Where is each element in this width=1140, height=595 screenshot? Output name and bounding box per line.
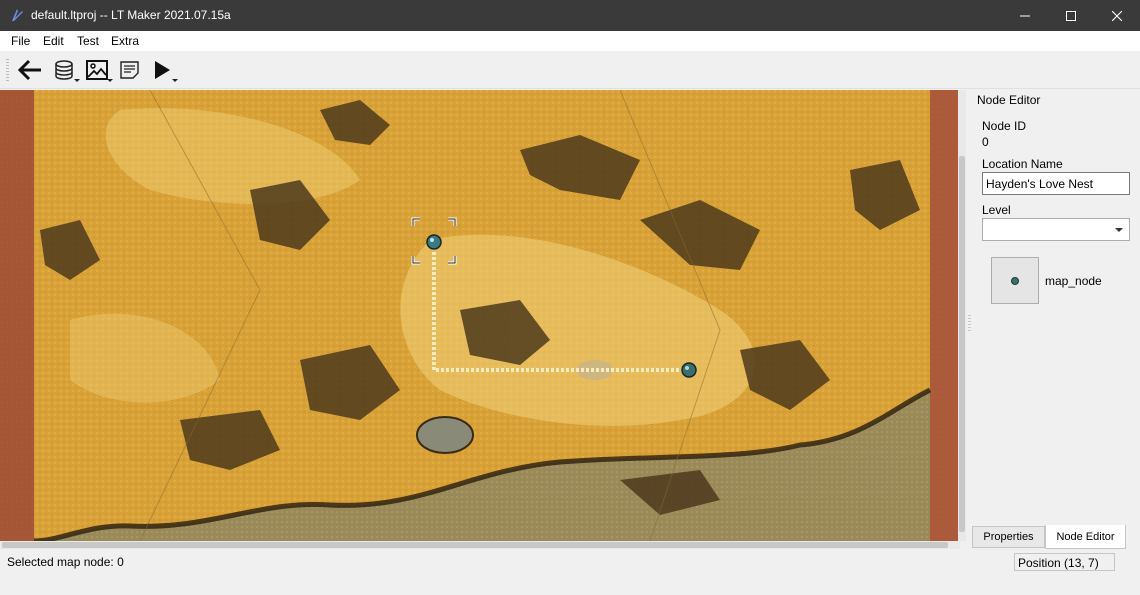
image-icon — [86, 60, 108, 80]
dropdown-arrow-icon — [107, 79, 113, 82]
menu-edit[interactable]: Edit — [43, 34, 64, 48]
app-logo-icon — [12, 9, 23, 21]
close-icon — [1112, 10, 1122, 21]
location-name-input[interactable]: Hayden's Love Nest — [982, 172, 1130, 195]
dock-title: Node Editor — [977, 93, 1041, 107]
world-map-image — [0, 90, 960, 541]
dropdown-arrow-icon — [172, 79, 178, 82]
back-arrow-icon — [17, 59, 41, 81]
node-id-label: Node ID — [982, 119, 1027, 133]
horizontal-scrollbar[interactable] — [0, 541, 960, 549]
maximize-icon — [1066, 10, 1076, 21]
dropdown-arrow-icon — [74, 79, 80, 82]
node-editor-panel: Node Editor Node ID 0 Location Name Hayd… — [968, 90, 1140, 550]
window-title: default.ltproj -- LT Maker 2021.07.15a — [31, 8, 231, 22]
location-name-label: Location Name — [982, 157, 1063, 171]
menu-extra[interactable]: Extra — [111, 34, 139, 48]
tab-properties[interactable]: Properties — [972, 526, 1045, 548]
node-id-value: 0 — [982, 135, 989, 149]
status-message: Selected map node: 0 — [7, 555, 124, 569]
title-bar: default.ltproj -- LT Maker 2021.07.15a — [0, 0, 1140, 31]
selected-node[interactable] — [426, 234, 442, 250]
minimize-icon — [1020, 15, 1030, 16]
map-icon-button[interactable] — [991, 257, 1039, 304]
level-select[interactable] — [982, 218, 1130, 241]
tab-node-editor[interactable]: Node Editor — [1045, 525, 1126, 549]
vertical-scrollbar[interactable] — [958, 90, 966, 541]
map-canvas[interactable] — [0, 90, 960, 541]
notes-icon — [120, 61, 139, 79]
toolbar — [0, 51, 1140, 89]
menu-test[interactable]: Test — [77, 34, 99, 48]
play-button[interactable] — [148, 56, 178, 84]
close-button[interactable] — [1094, 0, 1140, 31]
play-icon — [155, 61, 170, 79]
database-button[interactable] — [50, 56, 80, 84]
map-node-icon — [1011, 276, 1019, 285]
status-bar: Selected map node: 0 Position (13, 7) — [0, 550, 1140, 575]
dock-splitter[interactable] — [968, 315, 971, 331]
horizontal-scroll-thumb[interactable] — [2, 542, 948, 548]
position-readout: Position (13, 7) — [1014, 553, 1115, 571]
minimize-button[interactable] — [1002, 0, 1048, 31]
level-label: Level — [982, 203, 1011, 217]
menu-file[interactable]: File — [11, 34, 30, 48]
menu-bar: File Edit Test Extra — [0, 31, 1140, 51]
map-node[interactable] — [681, 362, 697, 378]
chevron-down-icon — [1115, 228, 1123, 232]
image-button[interactable] — [83, 56, 113, 84]
maximize-button[interactable] — [1048, 0, 1094, 31]
toolbar-grip[interactable] — [6, 59, 9, 81]
map-icon-label: map_node — [1045, 274, 1102, 288]
database-icon — [55, 60, 73, 80]
back-button[interactable] — [16, 56, 44, 84]
vertical-scroll-thumb[interactable] — [959, 156, 965, 532]
notes-button[interactable] — [116, 56, 144, 84]
